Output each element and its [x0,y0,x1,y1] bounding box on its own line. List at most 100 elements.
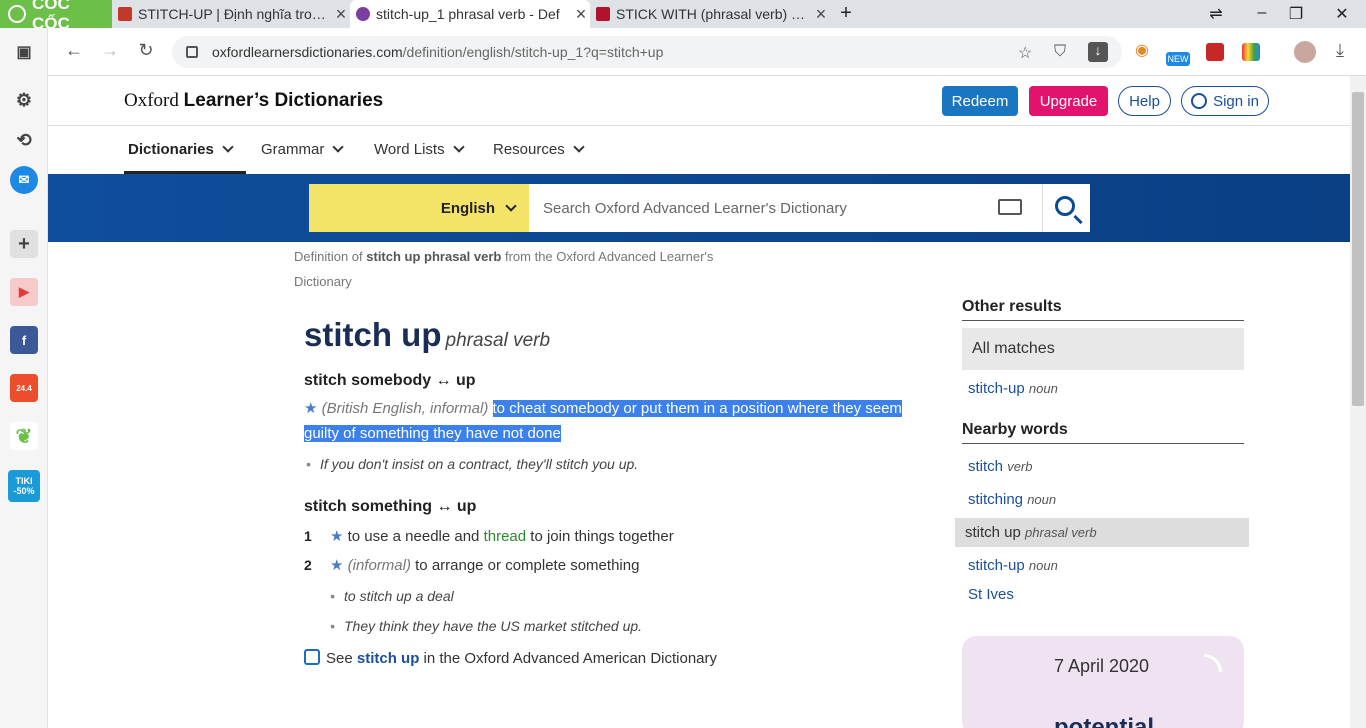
nearby-word-item[interactable]: St Ives [962,580,1244,609]
result-word: stitch-up [968,380,1025,397]
result-word: stitch up [965,524,1021,541]
star-icon: ★ [330,528,344,545]
sign-in-button[interactable]: Sign in [1181,86,1269,116]
example-sentence: They think they have the US market stitc… [328,618,924,634]
usage-labels: (informal) [347,557,411,574]
url-host: oxfordlearnersdictionaries.com [212,44,403,60]
definition-text: to use a needle and [347,528,484,545]
close-icon[interactable]: × [812,4,830,25]
nearby-word-item-current[interactable]: stitch up phrasal verb [955,518,1249,547]
settings-gear-icon[interactable]: ⚙ [10,86,38,114]
all-matches-button[interactable]: All matches [962,328,1244,370]
scrollbar-thumb[interactable] [1352,92,1364,406]
nearby-word-item[interactable]: stitching noun [962,485,1244,514]
chevron-down-icon [332,141,345,153]
language-select[interactable]: English [309,184,529,232]
browser-sidebar: ▣ ⚙ ⟲ ✉ + ▶ f 24.4 ❦ TIKI -50% [0,28,48,728]
tiki-icon[interactable]: TIKI -50% [8,470,40,502]
see-also: See stitch up in the Oxford Advanced Ame… [304,646,924,671]
star-icon: ★ [304,400,318,417]
site-logo[interactable]: Oxford Learner’s Dictionaries [124,90,383,112]
tab-stitch-up-cambridge[interactable]: STITCH-UP | Định nghĩa trong × [112,0,350,28]
nav-label: Word Lists [374,141,445,158]
sign-in-label: Sign in [1213,92,1259,110]
nav-grammar[interactable]: Grammar [261,141,345,158]
keyboard-icon[interactable] [998,199,1022,215]
see-link[interactable]: stitch up [357,650,420,667]
new-tab-button[interactable]: + [836,2,856,25]
nav-word-lists[interactable]: Word Lists [374,141,465,158]
language-label: English [440,199,495,217]
download-page-icon[interactable]: ↓ [1088,42,1108,62]
thread-link[interactable]: thread [484,528,527,545]
sense-item: 2 ★ (informal) to arrange or complete som… [304,553,924,578]
breadcrumb-term: stitch up phrasal verb [366,249,502,264]
site-header: Oxford Learner’s Dictionaries Redeem Upg… [48,76,1350,126]
profile-avatar[interactable] [1294,41,1316,63]
search-button[interactable] [1042,184,1090,232]
reload-icon[interactable]: ↻ [134,40,158,61]
youtube-icon[interactable]: ▶ [10,278,38,306]
tab-stitch-up-oxford[interactable]: stitch-up_1 phrasal verb - Def × [350,0,590,28]
search-input[interactable]: Search Oxford Advanced Learner's Diction… [529,184,1042,232]
sense-number: 2 [304,557,312,573]
new-badge-extension-icon[interactable]: NEW [1166,52,1190,66]
shopee-icon[interactable]: 24.4 [10,374,38,402]
close-window-icon[interactable]: ✕ [1332,4,1352,24]
nav-resources[interactable]: Resources [493,141,585,158]
chrome-extension-icon[interactable]: ◉ [1130,40,1154,60]
nav-dictionaries[interactable]: Dictionaries [128,141,234,158]
other-result-item[interactable]: stitch-up noun [962,374,1244,403]
wotd-word[interactable]: potential [1054,714,1154,728]
help-button[interactable]: Help [1118,86,1171,116]
example-sentence: to stitch up a deal [328,588,924,604]
definition-text: to join things together [526,528,674,545]
close-icon[interactable]: × [572,4,590,25]
coccoc-logo-icon [8,5,26,23]
url-path: /definition/english/stitch-up_1?q=stitch… [402,44,664,60]
external-link-icon [304,649,320,665]
nearby-word-item[interactable]: stitch verb [962,452,1244,481]
url-text: oxfordlearnersdictionaries.com/definitio… [212,44,663,60]
minimize-icon[interactable]: – [1252,4,1272,22]
tab-title: STICK WITH (phrasal verb) de [616,6,806,22]
sidebar-results: Other results All matches stitch-up noun… [955,298,1249,609]
wotd-date: 7 April 2020 [1054,656,1150,676]
red-extension-icon[interactable] [1206,43,1224,61]
headword: stitch up [304,316,442,353]
add-panel-icon[interactable]: + [10,230,38,258]
oxford-favicon-icon [356,7,370,21]
redeem-button[interactable]: Redeem [942,86,1018,116]
sidebar-toggle-icon[interactable]: ▣ [10,38,38,66]
messenger-icon[interactable]: ✉ [10,166,38,194]
tab-search-icon[interactable]: ⇌ [1206,4,1226,24]
tab-stick-with[interactable]: STICK WITH (phrasal verb) de × [590,0,830,28]
downloads-icon[interactable]: ⤓ [1328,40,1352,61]
bookmark-star-icon[interactable]: ☆ [1018,43,1032,63]
logo-learners-dictionaries: Learner’s Dictionaries [183,90,384,111]
page-scrollbar[interactable] [1350,76,1366,728]
facebook-icon[interactable]: f [10,326,38,354]
forward-icon[interactable]: → [98,40,122,61]
result-word: stitching [968,491,1024,508]
rss-icon[interactable] [1204,654,1222,672]
word-of-the-day-card[interactable]: 7 April 2020 potential [962,636,1244,728]
restore-icon[interactable]: ❐ [1286,4,1306,24]
sense-definition: ★ (British English, informal) to cheat s… [304,396,924,446]
upgrade-button[interactable]: Upgrade [1029,86,1108,116]
nearby-word-item[interactable]: stitch-up noun [962,551,1244,580]
coccoc-leaf-icon[interactable]: ❦ [10,422,38,450]
shield-icon[interactable]: ⛉ [1054,43,1066,61]
color-extension-icon[interactable] [1242,43,1260,61]
see-prefix: See [326,650,357,667]
browser-toolbar: ← → ↻ oxfordlearnersdictionaries.com/def… [0,28,1366,76]
sense-item: 1 ★ to use a needle and thread to join th… [304,524,924,549]
see-suffix: in the Oxford Advanced American Dictiona… [419,650,718,667]
address-bar[interactable]: oxfordlearnersdictionaries.com/definitio… [172,36,1122,68]
breadcrumb-prefix: Definition of [294,249,367,264]
close-icon[interactable]: × [332,4,350,25]
user-icon [1191,93,1208,109]
back-icon[interactable]: ← [62,40,86,61]
coccoc-brand-button[interactable]: CỐC CỐC [0,0,112,33]
history-icon[interactable]: ⟲ [10,126,38,154]
